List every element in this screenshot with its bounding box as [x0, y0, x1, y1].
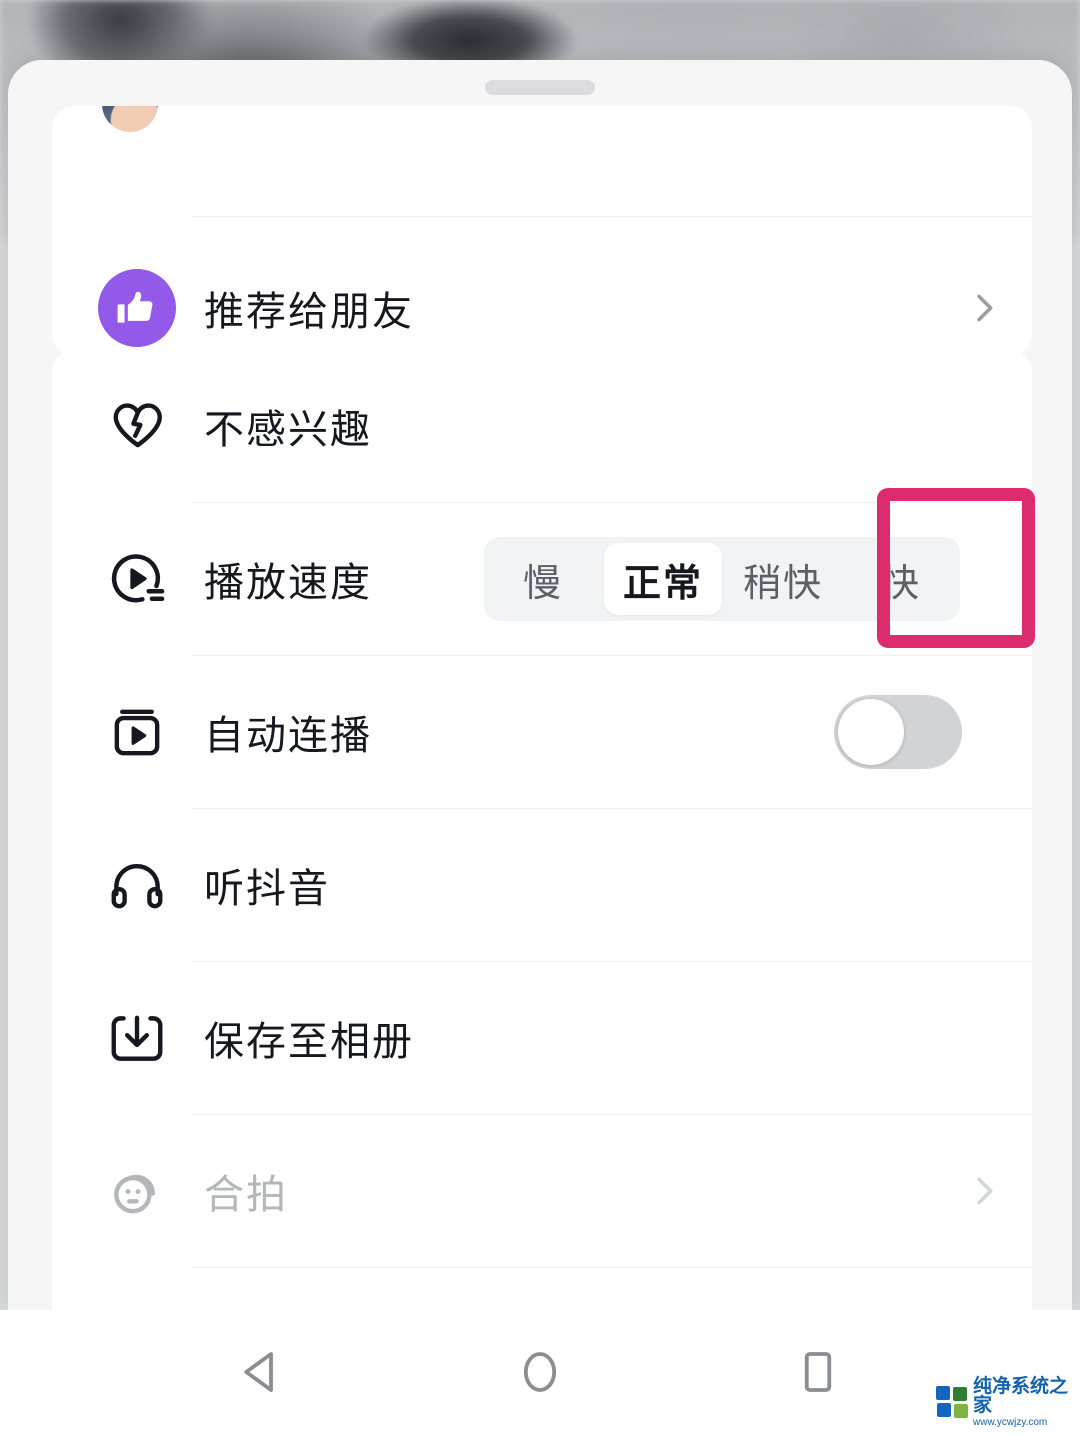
windows-logo-icon [936, 1386, 968, 1418]
speed-option-fast[interactable]: 快 [842, 537, 960, 621]
row-label: 不感兴趣 [204, 408, 372, 452]
row-label: 播放速度 [204, 561, 372, 605]
row-duet[interactable]: 合拍 [52, 1115, 1032, 1267]
playback-speed-segmented-control[interactable]: 慢 正常 稍快 快 [484, 537, 960, 621]
speed-option-slightly-fast[interactable]: 稍快 [724, 537, 842, 621]
speed-option-normal[interactable]: 正常 [604, 543, 722, 615]
avatar-strip [102, 106, 158, 132]
avatar [102, 106, 158, 132]
row-save-to-album[interactable]: 保存至相册 [52, 962, 1032, 1114]
watermark: 纯净系统之家 www.ycwjzy.com [928, 1376, 1074, 1428]
row-label: 保存至相册 [204, 1020, 414, 1064]
video-play-icon [96, 691, 178, 773]
play-speed-icon [96, 538, 178, 620]
toggle-knob [838, 699, 904, 765]
row-listen-to-douyin[interactable]: 听抖音 [52, 809, 1032, 961]
duet-face-icon [96, 1150, 178, 1232]
download-icon [96, 997, 178, 1079]
row-label: 推荐给朋友 [204, 290, 414, 334]
chevron-right-icon [964, 288, 1004, 328]
main-card: 不感兴趣 播放速度 慢 正常 稍快 快 自动连播 听抖音 保存至相册 合拍 [52, 350, 1032, 1310]
back-triangle-icon[interactable] [233, 1343, 291, 1401]
row-label: 听抖音 [204, 867, 330, 911]
row-not-interested[interactable]: 不感兴趣 [52, 350, 1032, 502]
recents-square-icon[interactable] [789, 1343, 847, 1401]
watermark-title: 纯净系统之家 [973, 1375, 1069, 1416]
row-auto-play-next[interactable]: 自动连播 [52, 656, 1032, 808]
android-navigation-bar [0, 1310, 1080, 1434]
top-card: 推荐给朋友 [52, 106, 1032, 356]
divider [192, 216, 1032, 217]
speed-option-slow[interactable]: 慢 [484, 537, 602, 621]
bottom-sheet: 推荐给朋友 不感兴趣 播放速度 慢 正常 稍快 快 自动连播 听抖音 保存至相册… [8, 60, 1072, 1310]
thumbs-up-icon [96, 267, 178, 349]
row-label: 自动连播 [204, 714, 372, 758]
row-label: 合拍 [204, 1173, 288, 1217]
row-playback-speed[interactable]: 播放速度 慢 正常 稍快 快 [52, 503, 1032, 655]
headphones-icon [96, 844, 178, 926]
chevron-right-icon [964, 1171, 1004, 1211]
watermark-url: www.ycwjzy.com [973, 1416, 1048, 1428]
drag-handle[interactable] [485, 80, 595, 95]
divider [192, 1267, 1032, 1268]
home-circle-icon[interactable] [511, 1343, 569, 1401]
broken-heart-icon [96, 385, 178, 467]
auto-play-toggle[interactable] [834, 695, 962, 769]
row-recommend-to-friends[interactable]: 推荐给朋友 [52, 228, 1032, 356]
